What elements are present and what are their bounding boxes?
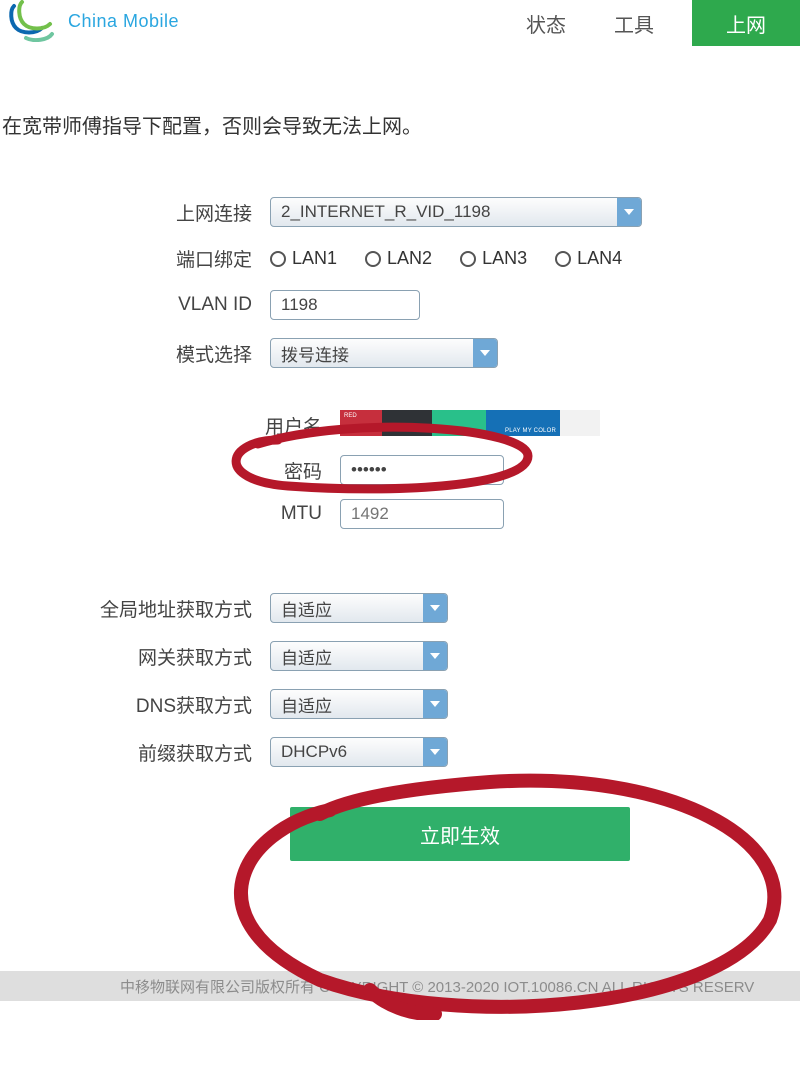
radio-lan2-label: LAN2	[387, 248, 432, 269]
radio-lan4-label: LAN4	[577, 248, 622, 269]
apply-button-label: 立即生效	[420, 820, 500, 849]
label-port-binding: 端口绑定	[0, 245, 270, 272]
global-addr-select[interactable]: 自适应	[270, 593, 448, 623]
dns-select[interactable]: 自适应	[270, 689, 448, 719]
chevron-down-icon	[423, 690, 447, 718]
radio-lan1[interactable]: LAN1	[270, 248, 337, 269]
label-mode: 模式选择	[0, 340, 270, 367]
china-mobile-logo-icon	[6, 0, 58, 42]
radio-lan3-label: LAN3	[482, 248, 527, 269]
chevron-down-icon	[617, 198, 641, 226]
brand: China Mobile	[6, 0, 179, 42]
chevron-down-icon	[473, 339, 497, 367]
label-dns: DNS获取方式	[0, 691, 270, 718]
radio-icon	[555, 251, 571, 267]
label-mtu: MTU	[0, 503, 340, 525]
radio-lan3[interactable]: LAN3	[460, 248, 527, 269]
prefix-select[interactable]: DHCPv6	[270, 737, 448, 767]
label-vlan-id: VLAN ID	[0, 294, 270, 316]
label-username: 用户名	[0, 412, 340, 439]
connection-select[interactable]: 2_INTERNET_R_VID_1198	[270, 197, 642, 227]
label-password: 密码	[0, 457, 340, 484]
mtu-input[interactable]	[340, 499, 504, 529]
username-obscured-icon	[560, 410, 600, 436]
tab-tools[interactable]: 工具	[604, 0, 664, 46]
gateway-select[interactable]: 自适应	[270, 641, 448, 671]
tab-status[interactable]: 状态	[516, 0, 576, 46]
password-input[interactable]	[340, 455, 504, 485]
warning-text: 在宽带师傅指导下配置，否则会导致无法上网。	[0, 110, 800, 139]
radio-icon	[365, 251, 381, 267]
radio-lan1-label: LAN1	[292, 248, 337, 269]
vlan-id-input[interactable]	[270, 290, 420, 320]
chevron-down-icon	[423, 738, 447, 766]
connection-select-value: 2_INTERNET_R_VID_1198	[281, 202, 490, 222]
label-prefix: 前缀获取方式	[0, 739, 270, 766]
brand-text: China Mobile	[68, 11, 179, 32]
label-global-addr: 全局地址获取方式	[0, 595, 270, 622]
global-addr-value: 自适应	[281, 596, 332, 621]
radio-lan2[interactable]: LAN2	[365, 248, 432, 269]
apply-button[interactable]: 立即生效	[290, 807, 630, 861]
chevron-down-icon	[423, 642, 447, 670]
radio-lan4[interactable]: LAN4	[555, 248, 622, 269]
tab-internet[interactable]: 上网	[692, 0, 800, 46]
nav-tabs: 状态 工具 上网	[516, 0, 800, 46]
dns-value: 自适应	[281, 692, 332, 717]
label-connection: 上网连接	[0, 199, 270, 226]
chevron-down-icon	[423, 594, 447, 622]
radio-icon	[270, 251, 286, 267]
prefix-value: DHCPv6	[281, 742, 347, 762]
mode-select[interactable]: 拨号连接	[270, 338, 498, 368]
label-gateway: 网关获取方式	[0, 643, 270, 670]
footer-copyright: 中移物联网有限公司版权所有 COPYRIGHT © 2013-2020 IOT.…	[0, 971, 800, 1001]
username-field[interactable]	[340, 410, 560, 436]
radio-icon	[460, 251, 476, 267]
gateway-value: 自适应	[281, 644, 332, 669]
mode-select-value: 拨号连接	[281, 341, 349, 366]
